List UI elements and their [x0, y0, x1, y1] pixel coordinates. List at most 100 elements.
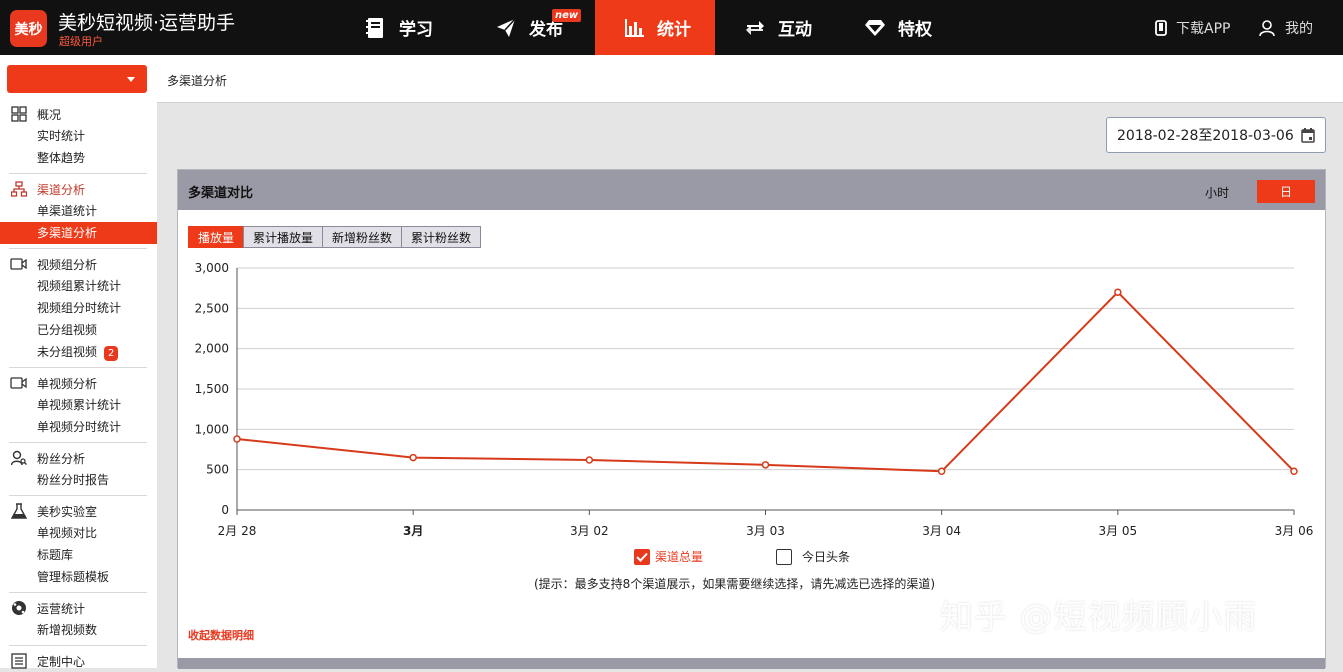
nav-interact[interactable]: 互动: [744, 0, 844, 55]
series-line: [236, 290, 1295, 473]
hierarchy-icon: [10, 181, 27, 198]
nav-publish[interactable]: 发布 new: [495, 0, 595, 55]
x-tick-label: 3月 06: [1275, 524, 1314, 538]
flask-icon: [10, 503, 27, 520]
list-icon: [10, 653, 27, 670]
watermark: 知乎 @短视频顾小雨: [940, 597, 1258, 636]
breadcrumb: 多渠道分析: [157, 55, 1343, 103]
y-tick-label: 1,500: [195, 382, 229, 396]
app-title: 美秒短视频·运营助手: [58, 12, 236, 34]
legend-item-toutiao[interactable]: 今日头条: [776, 548, 850, 565]
nav-privilege-label: 特权: [898, 20, 932, 40]
data-point: [233, 435, 241, 443]
sidebar-item-video-timeshare[interactable]: 单视频分时统计: [0, 416, 157, 438]
sidebar-item-grouped-videos[interactable]: 已分组视频: [0, 319, 157, 341]
sidebar-item-group-cumulative[interactable]: 视频组累计统计: [0, 275, 157, 297]
globe-icon: [10, 600, 27, 617]
send-icon: [495, 17, 517, 39]
nav-learn[interactable]: 学习: [365, 0, 455, 55]
sidebar-section-label: 美秒实验室: [37, 504, 98, 519]
y-tick-label: 2,000: [195, 342, 229, 356]
sidebar-item-video-compare[interactable]: 单视频对比: [0, 522, 157, 544]
divider: [9, 248, 147, 249]
my-account-link[interactable]: 我的: [1258, 0, 1313, 55]
sidebar-item-title-library[interactable]: 标题库: [0, 544, 157, 566]
nav-privilege[interactable]: 特权: [864, 0, 964, 55]
divider: [9, 495, 147, 496]
sidebar-section-label: 运营统计: [37, 601, 86, 616]
panel-footer-bar: [178, 658, 1325, 669]
my-account-label: 我的: [1285, 20, 1313, 37]
x-tick-label: 3月 05: [1098, 524, 1137, 538]
swap-arrows-icon: [744, 17, 766, 39]
data-point: [1290, 467, 1298, 476]
date-range-picker[interactable]: 2018-02-28至2018-03-06: [1106, 117, 1326, 153]
divider: [9, 592, 147, 593]
diamond-icon: [864, 17, 886, 39]
nav-interact-label: 互动: [778, 20, 812, 40]
sidebar-item-title-templates[interactable]: 管理标题模板: [0, 566, 157, 588]
sidebar-section-fans[interactable]: 粉丝分析: [0, 447, 157, 469]
divider: [9, 442, 147, 443]
data-point: [937, 467, 946, 476]
sidebar-item-group-timeshare[interactable]: 视频组分时统计: [0, 297, 157, 319]
sidebar-item-fans-report[interactable]: 粉丝分时报告: [0, 469, 157, 491]
y-tick-label: 500: [206, 463, 229, 477]
legend-label: 渠道总量: [655, 550, 704, 564]
hint-text: (提示：最多支持8个渠道展示，如果需要继续选择，请先减选已选择的渠道): [534, 577, 936, 591]
line-chart: 0 500 1,000 1,500 2,000 2,500 3,000 2月 28 3月 3月 0…: [195, 261, 1314, 538]
count-badge: 2: [104, 346, 119, 361]
checkbox-unchecked-icon: [776, 548, 792, 565]
sidebar-item-video-cumulative[interactable]: 单视频累计统计: [0, 394, 157, 416]
chevron-down-icon: [127, 77, 135, 82]
sidebar-item-new-videos[interactable]: 新增视频数: [0, 619, 157, 641]
sidebar-section-label: 概况: [37, 107, 62, 122]
x-tick-label: 3月 02: [570, 524, 609, 538]
calendar-icon: [1301, 128, 1315, 147]
sidebar-section-label: 视频组分析: [37, 257, 98, 272]
sidebar-item-ungrouped-videos[interactable]: 未分组视频 2: [0, 341, 157, 363]
user-search-icon: [10, 450, 27, 467]
data-point: [409, 453, 417, 462]
nav-learn-label: 学习: [399, 20, 433, 40]
sidebar-item-realtime[interactable]: 实时统计: [0, 125, 157, 147]
y-tick-label: 2,500: [195, 301, 229, 315]
download-app-link[interactable]: 下载APP: [1155, 0, 1230, 55]
sidebar-section-overview[interactable]: 概况: [0, 103, 157, 125]
data-point: [1114, 288, 1122, 296]
nav-stats-label: 统计: [657, 20, 691, 40]
y-tick-label: 0: [221, 503, 229, 517]
data-point: [585, 456, 594, 464]
sidebar: 概况 实时统计 整体趋势 渠道分析 单渠道统计 多渠道分析 视频组分析 视频组累…: [0, 55, 157, 669]
sidebar-item-trend[interactable]: 整体趋势: [0, 147, 157, 169]
book-icon: [365, 17, 387, 39]
checkbox-checked-icon: [634, 548, 650, 565]
account-selector[interactable]: [7, 65, 147, 93]
user-level-label: 超级用户: [59, 35, 103, 48]
app-logo[interactable]: 美秒: [10, 10, 47, 47]
sidebar-section-label: 渠道分析: [37, 182, 86, 197]
phone-icon: [1155, 19, 1167, 36]
x-tick-label: 3月: [403, 524, 423, 538]
divider: [9, 367, 147, 368]
collapse-details-link[interactable]: 收起数据明细: [188, 627, 254, 643]
sidebar-section-custom[interactable]: 定制中心: [0, 650, 157, 672]
x-tick-label: 3月 03: [746, 524, 785, 538]
sidebar-item-multi-channel[interactable]: 多渠道分析: [0, 222, 157, 244]
user-icon: [1258, 19, 1276, 37]
video-camera-icon: [10, 256, 27, 273]
sidebar-item-label: 未分组视频: [37, 345, 98, 359]
legend-label: 今日头条: [802, 550, 851, 564]
sidebar-item-single-channel[interactable]: 单渠道统计: [0, 200, 157, 222]
sidebar-section-single-video[interactable]: 单视频分析: [0, 372, 157, 394]
nav-stats[interactable]: 统计: [595, 0, 715, 55]
date-range-value: 2018-02-28至2018-03-06: [1117, 128, 1294, 144]
legend-item-total[interactable]: 渠道总量: [634, 548, 703, 565]
video-camera-icon: [10, 375, 27, 392]
sidebar-section-ops[interactable]: 运营统计: [0, 597, 157, 619]
divider: [9, 173, 147, 174]
sidebar-section-channel[interactable]: 渠道分析: [0, 178, 157, 200]
sidebar-section-lab[interactable]: 美秒实验室: [0, 500, 157, 522]
bar-chart-icon: [623, 17, 645, 39]
sidebar-section-video-group[interactable]: 视频组分析: [0, 253, 157, 275]
